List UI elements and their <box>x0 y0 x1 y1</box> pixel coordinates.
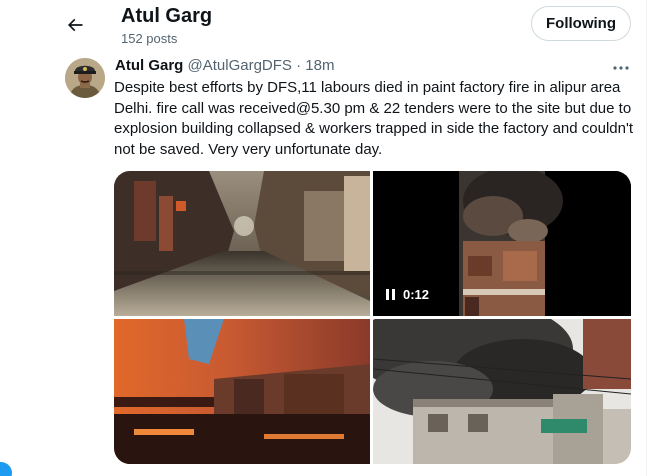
photo-fire-glow[interactable] <box>114 319 370 464</box>
header-title: Atul Garg <box>121 5 213 27</box>
floating-action-button[interactable] <box>0 462 12 476</box>
avatar[interactable] <box>65 58 105 98</box>
pause-icon[interactable] <box>386 288 395 300</box>
post-count: 152 posts <box>121 31 178 46</box>
tweet-text: Despite best efforts by DFS,11 labours d… <box>114 79 634 158</box>
more-options-button[interactable] <box>608 58 634 78</box>
following-button[interactable]: Following <box>531 6 631 41</box>
video-duration: 0:12 <box>403 286 430 302</box>
author-handle[interactable]: @AtulGargDFS <box>188 57 292 74</box>
more-dots-icon <box>613 66 629 70</box>
media-grid: 0:12 <box>114 171 631 464</box>
timeline-divider <box>646 0 647 476</box>
back-arrow-icon <box>67 18 83 32</box>
post-time[interactable]: 18m <box>305 57 334 74</box>
video-duration-badge: 0:12 <box>386 283 429 305</box>
tweet-header: Atul Garg @AtulGargDFS · 18m <box>115 57 334 74</box>
back-button[interactable] <box>58 8 92 42</box>
time-separator: · <box>296 57 302 74</box>
photo-street[interactable] <box>114 171 370 316</box>
profile-header: Atul Garg 152 posts Following <box>0 0 646 52</box>
photo-smoke-building[interactable] <box>373 319 631 464</box>
author-name[interactable]: Atul Garg <box>115 57 183 74</box>
video-fire[interactable]: 0:12 <box>373 171 631 316</box>
